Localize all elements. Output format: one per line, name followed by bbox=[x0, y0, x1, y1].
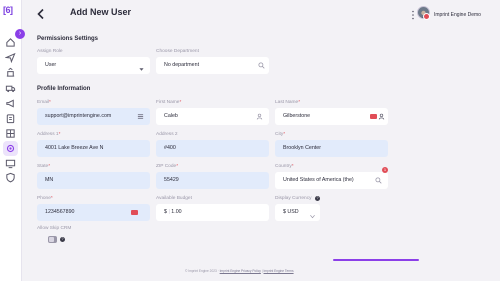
clipboard-icon[interactable] bbox=[5, 113, 16, 124]
city-label: City* bbox=[275, 132, 286, 137]
email-field[interactable]: support@imprintengine.com bbox=[37, 108, 150, 125]
search-icon bbox=[375, 177, 382, 184]
display-currency-value: $ USD bbox=[283, 209, 299, 215]
budget-currency: $ bbox=[164, 209, 167, 215]
footer-separator: | bbox=[261, 269, 263, 273]
search-icon bbox=[258, 62, 265, 69]
assign-role-select[interactable]: User bbox=[37, 57, 150, 74]
help-icon[interactable]: ? bbox=[60, 237, 65, 242]
address1-value: 4001 Lake Breeze Ave N bbox=[45, 145, 104, 151]
user-icon bbox=[378, 113, 385, 120]
notification-badge: 1 bbox=[382, 167, 388, 173]
more-options-icon[interactable] bbox=[411, 8, 415, 20]
help-icon[interactable]: ? bbox=[315, 196, 320, 201]
main-content: Permissions Settings Assign Role User Ch… bbox=[31, 30, 500, 271]
menu-icon bbox=[137, 113, 144, 120]
last-name-value: Gilberstone bbox=[283, 113, 311, 119]
send-icon[interactable] bbox=[5, 52, 16, 63]
privacy-link[interactable]: Imprint Engine Privacy Policy bbox=[220, 269, 261, 273]
chevron-down-icon bbox=[139, 63, 144, 71]
display-currency-select[interactable]: $ USD bbox=[275, 204, 320, 221]
shield-icon[interactable] bbox=[5, 172, 16, 183]
progress-fill bbox=[333, 259, 419, 261]
country-label: Country* bbox=[275, 164, 294, 169]
phone-value: 1234567890 bbox=[45, 209, 75, 215]
skip-crm-label: Allow Skip CRM bbox=[37, 226, 72, 231]
phone-label: Phone* bbox=[37, 196, 53, 201]
budget-label: Available Budget bbox=[156, 196, 192, 201]
city-value: Brooklyn Center bbox=[283, 145, 321, 151]
last-name-field[interactable]: Gilberstone bbox=[275, 108, 388, 125]
address2-value: #400 bbox=[164, 145, 176, 151]
sidebar: [6] bbox=[0, 0, 22, 281]
zip-field[interactable]: 55429 bbox=[156, 172, 269, 189]
department-value: No department bbox=[164, 62, 200, 68]
progress-bar bbox=[333, 259, 419, 261]
budget-field[interactable]: $ | 1.00 bbox=[156, 204, 269, 221]
monitor-icon[interactable] bbox=[5, 158, 16, 169]
company-name: Imprint Engine Demo bbox=[434, 12, 481, 18]
page-title: Add New User bbox=[70, 7, 132, 17]
truck-icon[interactable] bbox=[5, 83, 16, 94]
first-name-value: Caleb bbox=[164, 113, 178, 119]
zip-value: 55429 bbox=[164, 177, 179, 183]
page-header: Add New User Imprint Engine Demo bbox=[21, 0, 500, 26]
back-arrow-icon[interactable] bbox=[36, 7, 46, 20]
autofill-icon bbox=[131, 210, 138, 215]
email-value: support@imprintengine.com bbox=[45, 113, 112, 119]
user-icon bbox=[256, 113, 263, 120]
country-value: United States of America (the) bbox=[283, 177, 354, 183]
footer-copyright: © Imprint Engine 2023 · bbox=[185, 269, 219, 273]
megaphone-icon[interactable] bbox=[5, 98, 16, 109]
home-icon[interactable] bbox=[5, 37, 16, 48]
address2-label: Address 2 bbox=[156, 132, 178, 137]
department-select[interactable]: No department bbox=[156, 57, 269, 74]
display-currency-label: Display Currency bbox=[275, 196, 312, 201]
settings-icon[interactable] bbox=[3, 141, 18, 156]
assign-role-value: User bbox=[45, 62, 57, 68]
assign-role-label: Assign Role bbox=[37, 49, 63, 54]
permissions-section-title: Permissions Settings bbox=[37, 36, 99, 42]
chevron-down-icon bbox=[310, 210, 315, 219]
zip-label: ZIP Code* bbox=[156, 164, 179, 169]
phone-field[interactable]: 1234567890 bbox=[37, 204, 150, 221]
last-name-label: Last Name* bbox=[275, 100, 301, 105]
country-select[interactable]: United States of America (the) bbox=[275, 172, 388, 189]
state-field[interactable]: MN bbox=[37, 172, 150, 189]
grid-icon[interactable] bbox=[5, 128, 16, 139]
terms-link[interactable]: Imprint Engine Terms bbox=[264, 269, 294, 273]
toggle-knob bbox=[49, 237, 54, 242]
first-name-field[interactable]: Caleb bbox=[156, 108, 269, 125]
building-icon[interactable] bbox=[5, 67, 16, 78]
email-label: Email* bbox=[37, 100, 51, 105]
first-name-label: First Name* bbox=[156, 100, 182, 105]
department-label: Choose Department bbox=[156, 49, 199, 54]
city-field[interactable]: Brooklyn Center bbox=[275, 140, 388, 157]
address2-field[interactable]: #400 bbox=[156, 140, 269, 157]
autofill-icon bbox=[370, 114, 377, 119]
state-value: MN bbox=[45, 177, 54, 183]
state-label: State* bbox=[37, 164, 51, 169]
budget-value: 1.00 bbox=[171, 209, 182, 215]
sidebar-toggle-button[interactable]: › bbox=[15, 29, 25, 39]
app-logo[interactable]: [6] bbox=[3, 5, 19, 17]
address1-label: Address 1* bbox=[37, 132, 61, 137]
skip-crm-toggle[interactable] bbox=[48, 236, 57, 243]
status-badge bbox=[423, 13, 430, 20]
address1-field[interactable]: 4001 Lake Breeze Ave N bbox=[37, 140, 150, 157]
footer: © Imprint Engine 2023 · Imprint Engine P… bbox=[185, 269, 294, 273]
profile-section-title: Profile Information bbox=[37, 86, 91, 92]
